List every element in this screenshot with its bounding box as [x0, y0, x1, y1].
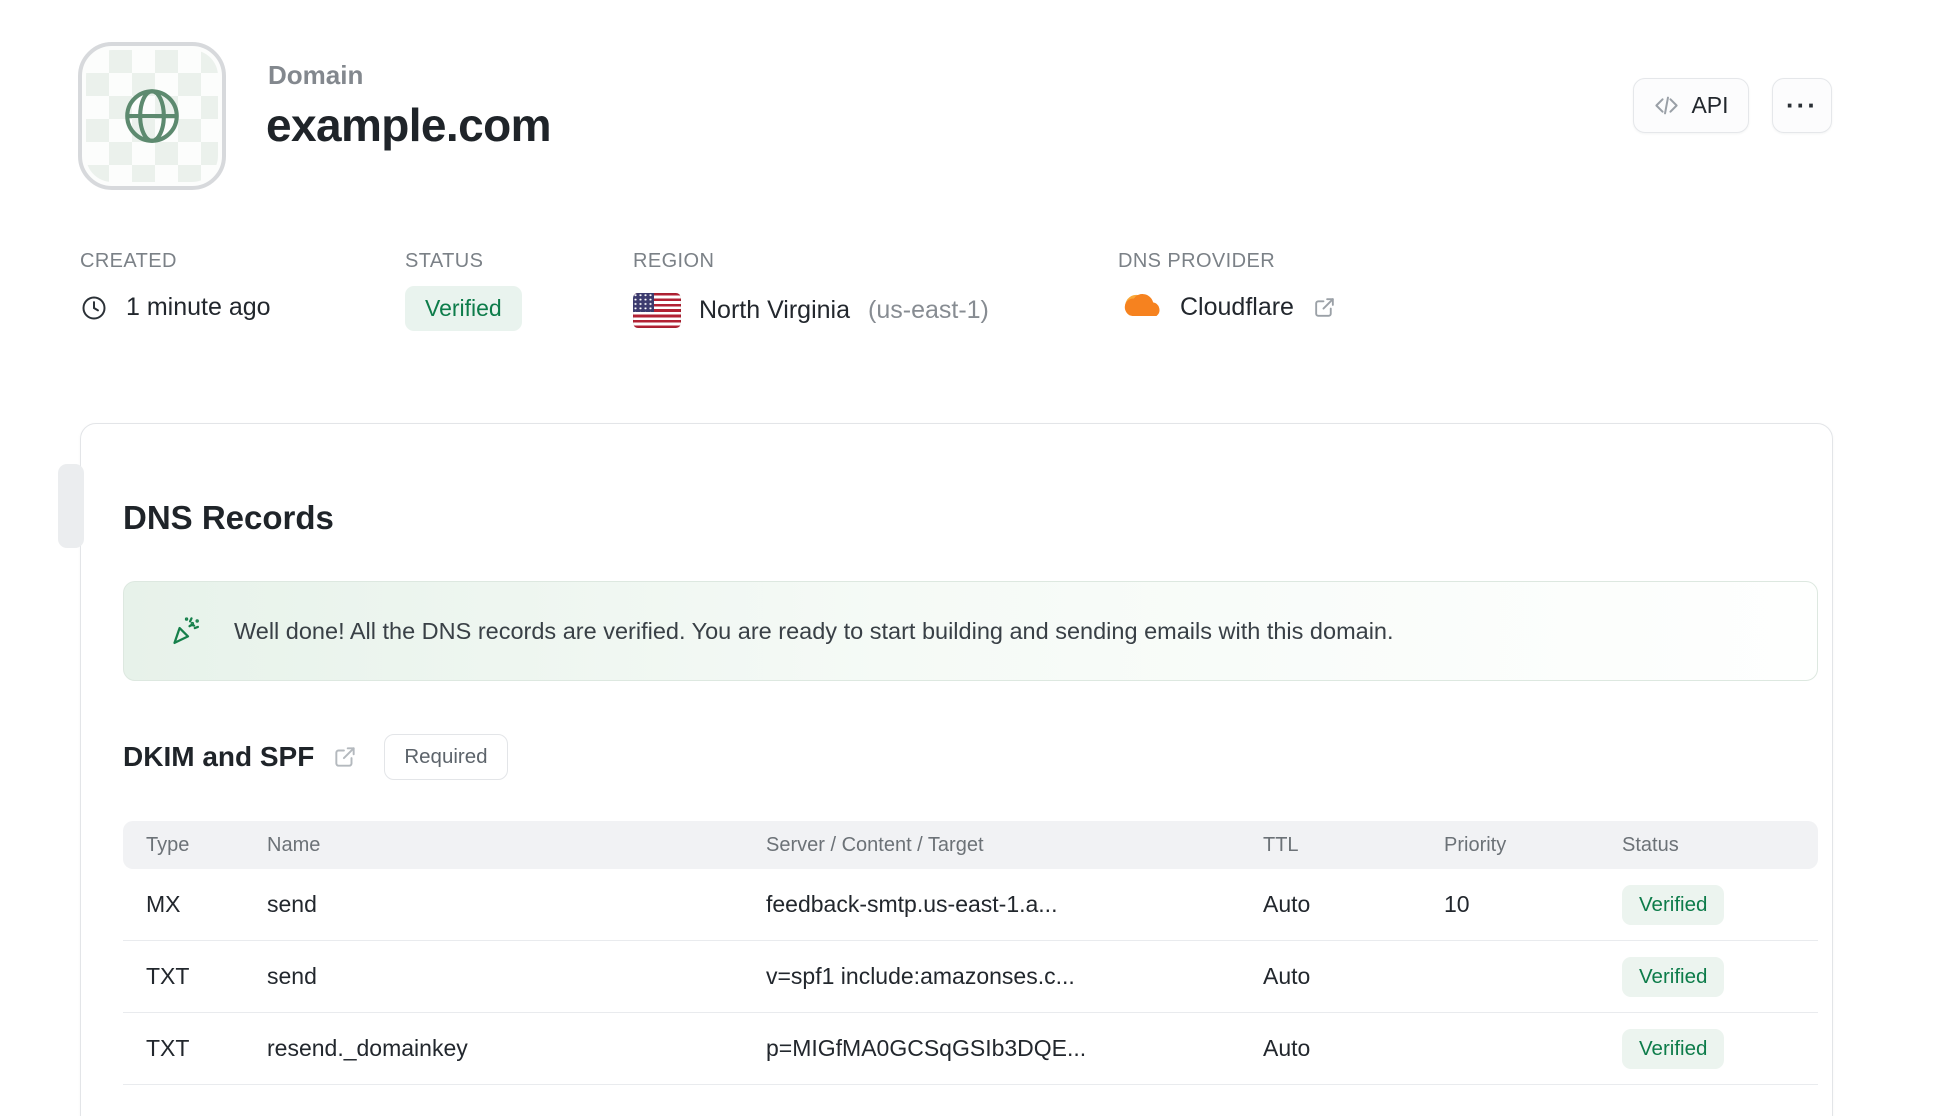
col-header-ttl: TTL — [1263, 833, 1299, 856]
cell-type: TXT — [146, 1035, 190, 1061]
col-header-type: Type — [146, 833, 190, 856]
table-row: TXT send v=spf1 include:amazonses.c... A… — [123, 941, 1818, 1013]
code-icon — [1653, 92, 1680, 119]
api-button-label: API — [1691, 92, 1729, 118]
table-header-row: Type Name Server / Content / Target TTL … — [123, 821, 1818, 869]
col-header-status: Status — [1622, 833, 1679, 856]
domain-detail-page: Domain example.com API ··· CREATED 1 min… — [0, 0, 1944, 1116]
status-label: STATUS — [405, 250, 484, 272]
verified-banner-text: Well done! All the DNS records are verif… — [234, 617, 1394, 644]
dkim-spf-section-head: DKIM and SPF Required — [123, 734, 508, 780]
region-label: REGION — [633, 250, 715, 272]
cell-content: feedback-smtp.us-east-1.a... — [766, 891, 1058, 917]
cell-content: v=spf1 include:amazonses.c... — [766, 963, 1075, 989]
cell-name: send — [267, 963, 317, 989]
cell-content: p=MIGfMA0GCSqGSIb3DQE... — [766, 1035, 1087, 1061]
dns-records-title: DNS Records — [123, 499, 334, 537]
col-header-name: Name — [267, 833, 321, 856]
status-badge: Verified — [1622, 1028, 1725, 1069]
table-row: TXT resend._domainkey p=MIGfMA0GCSqGSIb3… — [123, 1013, 1818, 1085]
cell-name: send — [267, 891, 317, 917]
domain-eyebrow-label: Domain — [268, 60, 364, 90]
external-link-icon[interactable] — [332, 744, 358, 770]
dns-records-card: DNS Records Well done! All the DNS recor… — [80, 423, 1833, 1116]
status-badge: Verified — [405, 286, 522, 331]
cell-ttl: Auto — [1263, 963, 1311, 989]
created-label: CREATED — [80, 250, 177, 272]
dkim-spf-title: DKIM and SPF — [123, 741, 315, 772]
col-header-priority: Priority — [1444, 833, 1507, 856]
verified-banner: Well done! All the DNS records are verif… — [123, 581, 1818, 681]
cell-ttl: Auto — [1263, 1035, 1311, 1061]
dns-provider-label: DNS PROVIDER — [1118, 250, 1276, 272]
cell-name: resend._domainkey — [267, 1035, 468, 1061]
clock-icon — [80, 294, 108, 322]
external-link-icon[interactable] — [1312, 295, 1337, 320]
page-title: example.com — [266, 99, 551, 151]
globe-icon — [119, 83, 185, 149]
card-edge-tab — [58, 464, 84, 548]
more-options-button[interactable]: ··· — [1772, 78, 1832, 133]
cell-ttl: Auto — [1263, 891, 1311, 917]
dns-provider-value: Cloudflare — [1180, 293, 1294, 321]
meta-region: REGION North Virginia (us-east-1) — [633, 250, 989, 328]
created-value: 1 minute ago — [126, 293, 271, 321]
us-flag-icon — [633, 293, 681, 328]
domain-avatar — [78, 42, 226, 190]
dns-records-table: Type Name Server / Content / Target TTL … — [123, 821, 1818, 1085]
meta-created: CREATED 1 minute ago — [80, 250, 271, 322]
required-badge: Required — [384, 734, 508, 780]
ellipsis-icon: ··· — [1786, 90, 1818, 120]
col-header-content: Server / Content / Target — [766, 833, 984, 856]
party-popper-icon — [168, 614, 202, 648]
cell-type: MX — [146, 891, 181, 917]
meta-dns-provider: DNS PROVIDER Cloudflare — [1118, 250, 1337, 322]
cell-type: TXT — [146, 963, 190, 989]
status-badge: Verified — [1622, 956, 1725, 997]
table-row: MX send feedback-smtp.us-east-1.a... Aut… — [123, 869, 1818, 941]
region-value: North Virginia — [699, 296, 851, 324]
region-code: (us-east-1) — [868, 296, 989, 324]
api-button[interactable]: API — [1633, 78, 1749, 133]
status-badge: Verified — [1622, 884, 1725, 925]
cell-priority: 10 — [1444, 891, 1470, 917]
meta-status: STATUS Verified — [405, 250, 522, 331]
cloudflare-icon — [1118, 293, 1162, 322]
